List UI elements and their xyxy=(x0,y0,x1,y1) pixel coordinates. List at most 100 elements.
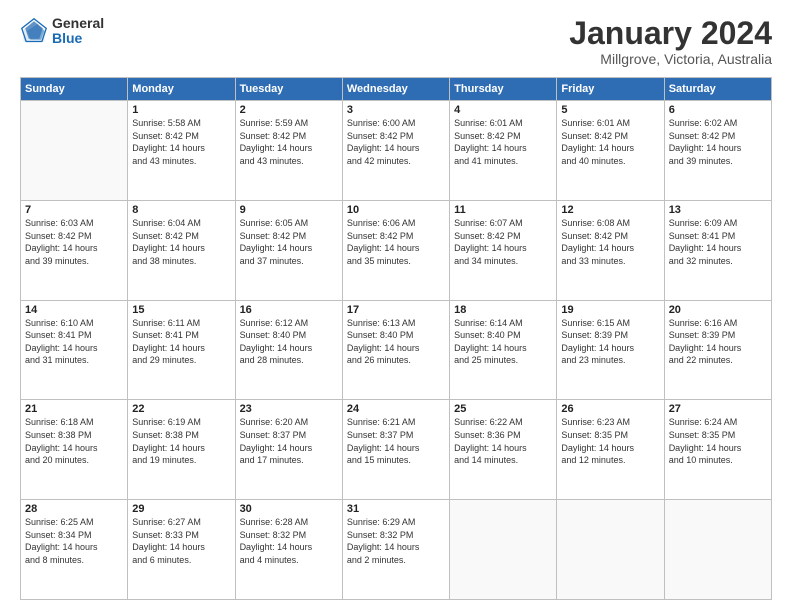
day-number: 5 xyxy=(561,104,659,116)
header: General Blue January 2024 Millgrove, Vic… xyxy=(20,16,772,67)
calendar-week-row: 28Sunrise: 6:25 AMSunset: 8:34 PMDayligh… xyxy=(21,500,772,600)
calendar-cell: 19Sunrise: 6:15 AMSunset: 8:39 PMDayligh… xyxy=(557,300,664,400)
day-number: 23 xyxy=(240,403,338,415)
day-detail: Sunrise: 6:29 AMSunset: 8:32 PMDaylight:… xyxy=(347,516,445,566)
calendar-cell: 14Sunrise: 6:10 AMSunset: 8:41 PMDayligh… xyxy=(21,300,128,400)
calendar-cell: 11Sunrise: 6:07 AMSunset: 8:42 PMDayligh… xyxy=(450,200,557,300)
calendar-header-thursday: Thursday xyxy=(450,78,557,101)
calendar-cell: 13Sunrise: 6:09 AMSunset: 8:41 PMDayligh… xyxy=(664,200,771,300)
logo-icon xyxy=(20,17,48,45)
day-detail: Sunrise: 6:21 AMSunset: 8:37 PMDaylight:… xyxy=(347,416,445,466)
day-detail: Sunrise: 6:07 AMSunset: 8:42 PMDaylight:… xyxy=(454,217,552,267)
day-number: 7 xyxy=(25,204,123,216)
day-detail: Sunrise: 6:20 AMSunset: 8:37 PMDaylight:… xyxy=(240,416,338,466)
day-number: 15 xyxy=(132,304,230,316)
day-number: 11 xyxy=(454,204,552,216)
day-number: 20 xyxy=(669,304,767,316)
day-number: 2 xyxy=(240,104,338,116)
day-number: 10 xyxy=(347,204,445,216)
day-detail: Sunrise: 6:10 AMSunset: 8:41 PMDaylight:… xyxy=(25,317,123,367)
calendar-table: SundayMondayTuesdayWednesdayThursdayFrid… xyxy=(20,77,772,600)
day-number: 26 xyxy=(561,403,659,415)
page: General Blue January 2024 Millgrove, Vic… xyxy=(0,0,792,612)
day-number: 25 xyxy=(454,403,552,415)
day-detail: Sunrise: 6:15 AMSunset: 8:39 PMDaylight:… xyxy=(561,317,659,367)
calendar-cell: 21Sunrise: 6:18 AMSunset: 8:38 PMDayligh… xyxy=(21,400,128,500)
logo-general-text: General xyxy=(52,16,104,31)
logo: General Blue xyxy=(20,16,104,47)
calendar-cell: 10Sunrise: 6:06 AMSunset: 8:42 PMDayligh… xyxy=(342,200,449,300)
calendar-cell: 25Sunrise: 6:22 AMSunset: 8:36 PMDayligh… xyxy=(450,400,557,500)
calendar-cell: 28Sunrise: 6:25 AMSunset: 8:34 PMDayligh… xyxy=(21,500,128,600)
calendar-header-saturday: Saturday xyxy=(664,78,771,101)
calendar-header-monday: Monday xyxy=(128,78,235,101)
day-number: 31 xyxy=(347,503,445,515)
day-detail: Sunrise: 6:02 AMSunset: 8:42 PMDaylight:… xyxy=(669,117,767,167)
title-block: January 2024 Millgrove, Victoria, Austra… xyxy=(569,16,772,67)
calendar-header-friday: Friday xyxy=(557,78,664,101)
day-detail: Sunrise: 6:03 AMSunset: 8:42 PMDaylight:… xyxy=(25,217,123,267)
calendar-cell: 18Sunrise: 6:14 AMSunset: 8:40 PMDayligh… xyxy=(450,300,557,400)
day-detail: Sunrise: 6:27 AMSunset: 8:33 PMDaylight:… xyxy=(132,516,230,566)
calendar-cell: 30Sunrise: 6:28 AMSunset: 8:32 PMDayligh… xyxy=(235,500,342,600)
calendar-cell: 7Sunrise: 6:03 AMSunset: 8:42 PMDaylight… xyxy=(21,200,128,300)
calendar-cell: 22Sunrise: 6:19 AMSunset: 8:38 PMDayligh… xyxy=(128,400,235,500)
day-number: 28 xyxy=(25,503,123,515)
calendar-cell: 23Sunrise: 6:20 AMSunset: 8:37 PMDayligh… xyxy=(235,400,342,500)
day-number: 16 xyxy=(240,304,338,316)
calendar-header-sunday: Sunday xyxy=(21,78,128,101)
calendar-cell xyxy=(557,500,664,600)
calendar-cell: 16Sunrise: 6:12 AMSunset: 8:40 PMDayligh… xyxy=(235,300,342,400)
day-detail: Sunrise: 6:08 AMSunset: 8:42 PMDaylight:… xyxy=(561,217,659,267)
day-number: 24 xyxy=(347,403,445,415)
calendar-week-row: 1Sunrise: 5:58 AMSunset: 8:42 PMDaylight… xyxy=(21,101,772,201)
day-detail: Sunrise: 6:16 AMSunset: 8:39 PMDaylight:… xyxy=(669,317,767,367)
day-detail: Sunrise: 6:19 AMSunset: 8:38 PMDaylight:… xyxy=(132,416,230,466)
logo-blue-text: Blue xyxy=(52,31,104,46)
day-number: 18 xyxy=(454,304,552,316)
calendar-cell: 8Sunrise: 6:04 AMSunset: 8:42 PMDaylight… xyxy=(128,200,235,300)
day-detail: Sunrise: 6:24 AMSunset: 8:35 PMDaylight:… xyxy=(669,416,767,466)
day-number: 30 xyxy=(240,503,338,515)
calendar-cell: 15Sunrise: 6:11 AMSunset: 8:41 PMDayligh… xyxy=(128,300,235,400)
day-detail: Sunrise: 6:25 AMSunset: 8:34 PMDaylight:… xyxy=(25,516,123,566)
day-number: 14 xyxy=(25,304,123,316)
calendar-cell: 29Sunrise: 6:27 AMSunset: 8:33 PMDayligh… xyxy=(128,500,235,600)
day-detail: Sunrise: 6:12 AMSunset: 8:40 PMDaylight:… xyxy=(240,317,338,367)
day-number: 12 xyxy=(561,204,659,216)
day-detail: Sunrise: 6:22 AMSunset: 8:36 PMDaylight:… xyxy=(454,416,552,466)
day-detail: Sunrise: 6:18 AMSunset: 8:38 PMDaylight:… xyxy=(25,416,123,466)
day-detail: Sunrise: 5:59 AMSunset: 8:42 PMDaylight:… xyxy=(240,117,338,167)
day-number: 17 xyxy=(347,304,445,316)
day-number: 19 xyxy=(561,304,659,316)
day-detail: Sunrise: 6:05 AMSunset: 8:42 PMDaylight:… xyxy=(240,217,338,267)
calendar-week-row: 21Sunrise: 6:18 AMSunset: 8:38 PMDayligh… xyxy=(21,400,772,500)
day-detail: Sunrise: 6:01 AMSunset: 8:42 PMDaylight:… xyxy=(454,117,552,167)
day-number: 13 xyxy=(669,204,767,216)
calendar-cell: 2Sunrise: 5:59 AMSunset: 8:42 PMDaylight… xyxy=(235,101,342,201)
calendar-cell: 3Sunrise: 6:00 AMSunset: 8:42 PMDaylight… xyxy=(342,101,449,201)
calendar-cell: 20Sunrise: 6:16 AMSunset: 8:39 PMDayligh… xyxy=(664,300,771,400)
calendar-cell: 26Sunrise: 6:23 AMSunset: 8:35 PMDayligh… xyxy=(557,400,664,500)
calendar-cell xyxy=(21,101,128,201)
day-number: 4 xyxy=(454,104,552,116)
calendar-cell: 9Sunrise: 6:05 AMSunset: 8:42 PMDaylight… xyxy=(235,200,342,300)
day-detail: Sunrise: 6:00 AMSunset: 8:42 PMDaylight:… xyxy=(347,117,445,167)
calendar-cell xyxy=(664,500,771,600)
calendar-cell: 24Sunrise: 6:21 AMSunset: 8:37 PMDayligh… xyxy=(342,400,449,500)
calendar-cell: 6Sunrise: 6:02 AMSunset: 8:42 PMDaylight… xyxy=(664,101,771,201)
calendar-header-row: SundayMondayTuesdayWednesdayThursdayFrid… xyxy=(21,78,772,101)
calendar-header-tuesday: Tuesday xyxy=(235,78,342,101)
calendar-cell: 5Sunrise: 6:01 AMSunset: 8:42 PMDaylight… xyxy=(557,101,664,201)
calendar-cell: 12Sunrise: 6:08 AMSunset: 8:42 PMDayligh… xyxy=(557,200,664,300)
calendar-week-row: 14Sunrise: 6:10 AMSunset: 8:41 PMDayligh… xyxy=(21,300,772,400)
day-detail: Sunrise: 6:04 AMSunset: 8:42 PMDaylight:… xyxy=(132,217,230,267)
day-number: 29 xyxy=(132,503,230,515)
day-number: 8 xyxy=(132,204,230,216)
calendar-cell: 31Sunrise: 6:29 AMSunset: 8:32 PMDayligh… xyxy=(342,500,449,600)
calendar-header-wednesday: Wednesday xyxy=(342,78,449,101)
day-detail: Sunrise: 6:23 AMSunset: 8:35 PMDaylight:… xyxy=(561,416,659,466)
logo-text: General Blue xyxy=(52,16,104,47)
day-detail: Sunrise: 6:14 AMSunset: 8:40 PMDaylight:… xyxy=(454,317,552,367)
day-detail: Sunrise: 6:11 AMSunset: 8:41 PMDaylight:… xyxy=(132,317,230,367)
